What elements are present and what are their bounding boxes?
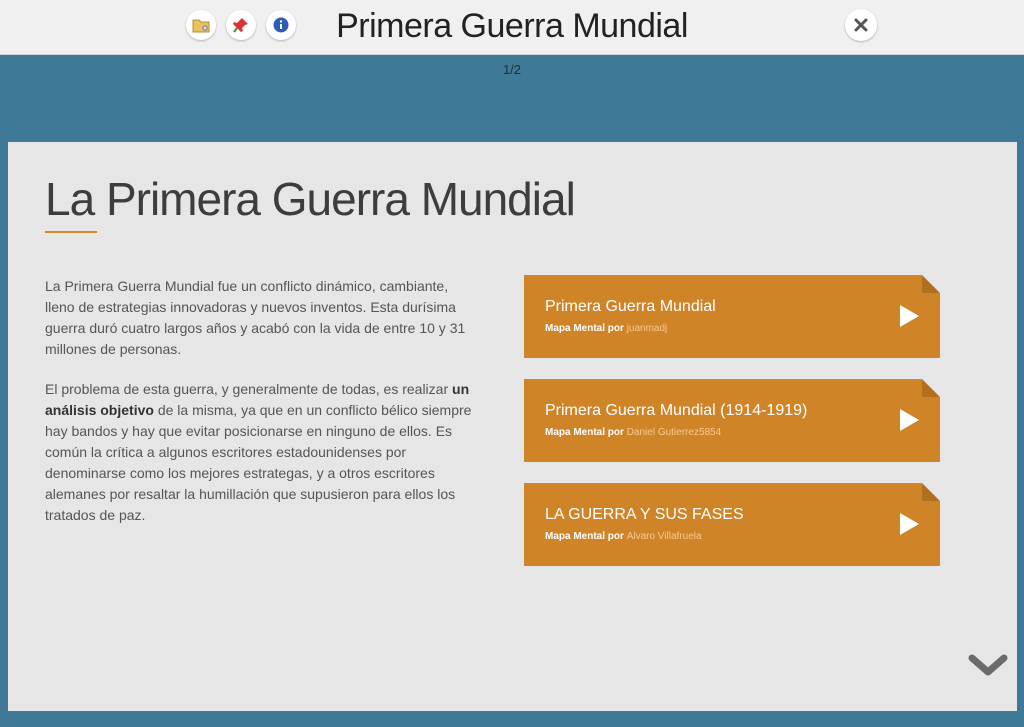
corner-fold — [922, 379, 940, 397]
folder-icon — [192, 19, 210, 33]
play-icon[interactable] — [900, 513, 919, 535]
title-underline — [45, 231, 97, 233]
app-title: Primera Guerra Mundial — [336, 7, 688, 45]
card-subtitle: Mapa Mental por juanmadj — [545, 323, 667, 334]
card-type: Mapa Mental por — [545, 427, 624, 438]
slide-title: La Primera Guerra Mundial — [45, 173, 576, 225]
play-icon[interactable] — [900, 409, 919, 431]
info-icon — [273, 17, 289, 33]
card-type: Mapa Mental por — [545, 323, 624, 334]
close-button[interactable] — [845, 9, 877, 41]
card-title: Primera Guerra Mundial — [545, 298, 716, 315]
info-button[interactable] — [266, 10, 296, 40]
card-author[interactable]: Alvaro Villafruela — [627, 531, 702, 542]
corner-fold — [922, 275, 940, 293]
card-subtitle: Mapa Mental por Alvaro Villafruela — [545, 531, 702, 542]
card-subtitle: Mapa Mental por Daniel Gutierrez5854 — [545, 427, 721, 438]
folder-button[interactable] — [186, 10, 216, 40]
slide-panel: La Primera Guerra Mundial La Primera Gue… — [8, 142, 1017, 711]
corner-fold — [922, 483, 940, 501]
chevron-down-icon[interactable] — [968, 652, 1008, 680]
paragraph-2: El problema de esta guerra, y generalmen… — [45, 379, 475, 526]
card-author[interactable]: juanmadj — [627, 323, 668, 334]
mindmap-card-1[interactable]: Primera Guerra Mundial Mapa Mental por j… — [524, 275, 940, 358]
paragraph-2-start: El problema de esta guerra, y generalmen… — [45, 381, 453, 397]
play-icon[interactable] — [900, 305, 919, 327]
top-bar: Primera Guerra Mundial — [0, 0, 1024, 55]
card-title: Primera Guerra Mundial (1914-1919) — [545, 402, 808, 419]
card-author[interactable]: Daniel Gutierrez5854 — [627, 427, 722, 438]
page-indicator: 1/2 — [502, 62, 522, 77]
close-icon — [854, 18, 868, 32]
card-type: Mapa Mental por — [545, 531, 624, 542]
pin-button[interactable] — [226, 10, 256, 40]
paragraph-1: La Primera Guerra Mundial fue un conflic… — [45, 278, 466, 357]
pin-icon — [233, 18, 248, 33]
mindmap-card-2[interactable]: Primera Guerra Mundial (1914-1919) Mapa … — [524, 379, 940, 462]
mindmap-card-3[interactable]: LA GUERRA Y SUS FASES Mapa Mental por Al… — [524, 483, 940, 566]
paragraph-2-end: de la misma, ya que en un conflicto béli… — [45, 402, 472, 523]
slide-body: La Primera Guerra Mundial fue un conflic… — [45, 276, 475, 545]
card-title: LA GUERRA Y SUS FASES — [545, 506, 744, 523]
